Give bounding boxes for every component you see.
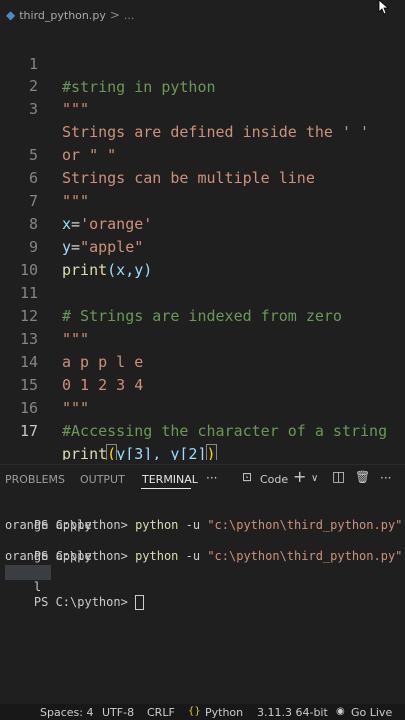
- terminal-flag: -u: [178, 549, 208, 563]
- code-function: print: [62, 445, 108, 460]
- breadcrumb-separator: >: [109, 8, 120, 22]
- terminal-prompt: PS C:\python>: [33, 595, 136, 609]
- panel-tab-bar: PROBLEMS OUTPUT TERMINAL ··· ⊡ Code + ∨ …: [0, 464, 405, 494]
- code-editor[interactable]: 1 #string in python 2 """ 3 Strings are …: [0, 30, 405, 460]
- status-bar: Spaces: 4 UTF-8 CRLF {} Python 3.11.3 64…: [0, 704, 405, 720]
- terminal-command: python: [135, 518, 179, 532]
- mouse-pointer-icon: [378, 0, 389, 15]
- terminal-line: PS C:\python>: [5, 580, 145, 610]
- code-line: 1 #string in python: [0, 30, 405, 96]
- code-line: 12 """: [0, 282, 405, 348]
- terminal-flag: -u: [178, 518, 208, 532]
- braces-icon: {}: [188, 706, 201, 717]
- terminal-line: PS C:\python> python -u "c:\python\third…: [5, 503, 403, 532]
- code-line: 5 Strings can be multiple line: [0, 121, 405, 187]
- status-eol[interactable]: CRLF: [147, 706, 175, 719]
- code-line: 7 x='orange': [0, 167, 405, 233]
- trash-icon[interactable]: 🗑: [355, 470, 370, 484]
- python-file-icon: ◆: [6, 8, 16, 22]
- close-paren: ): [205, 444, 217, 460]
- breadcrumb-file[interactable]: third_python.py: [19, 9, 106, 22]
- chevron-down-icon[interactable]: ∨: [311, 473, 318, 484]
- terminal-profile-label[interactable]: Code: [260, 473, 288, 486]
- terminal-path: "c:\python\third_python.py": [207, 518, 403, 532]
- status-encoding[interactable]: UTF-8: [102, 706, 134, 719]
- code-args: y[3], y[2]: [116, 445, 207, 460]
- tab-output[interactable]: OUTPUT: [80, 473, 125, 486]
- breadcrumb: ◆ third_python.py > ...: [0, 0, 405, 30]
- tab-problems[interactable]: PROBLEMS: [5, 473, 65, 486]
- code-line-active: 17 print(y[3], y[2]): [0, 397, 405, 460]
- open-paren: (: [106, 444, 118, 460]
- status-interpreter[interactable]: 3.11.3 64-bit: [257, 706, 328, 719]
- code-line: 16 #Accessing the character of a string: [0, 374, 405, 440]
- terminal-line: PS C:\python> python -u "c:\python\third…: [5, 534, 403, 563]
- code-line: 11 # Strings are indexed from zero: [0, 259, 405, 325]
- status-go-live[interactable]: Go Live: [351, 706, 392, 719]
- breadcrumb-ellipsis[interactable]: ...: [124, 9, 135, 22]
- code-text: #Accessing the character of a string: [62, 422, 388, 440]
- more-actions-button[interactable]: ···: [380, 471, 391, 485]
- terminal-cursor: [135, 595, 145, 610]
- code-line: 2 """: [0, 52, 405, 118]
- terminal-command: python: [135, 549, 179, 563]
- status-indentation[interactable]: Spaces: 4: [40, 706, 93, 719]
- code-line: 13 a p p l e: [0, 305, 405, 371]
- active-tab-indicator: [141, 488, 191, 489]
- code-line: 8 y="apple": [0, 190, 405, 256]
- code-line: 9 print(x,y): [0, 213, 405, 279]
- code-line: or " ": [0, 98, 405, 164]
- code-line: 6 """: [0, 144, 405, 210]
- code-line: 14 0 1 2 3 4: [0, 328, 405, 394]
- terminal-path: "c:\python\third_python.py": [207, 549, 403, 563]
- broadcast-icon: ◉: [336, 706, 345, 717]
- split-terminal-icon[interactable]: ◫: [332, 469, 345, 485]
- code-line: 15 """: [0, 351, 405, 417]
- terminal-output: orange apple: [5, 518, 92, 532]
- status-language[interactable]: Python: [205, 706, 243, 719]
- line-number: 17: [19, 422, 38, 440]
- terminal-output-selected: l: [5, 565, 51, 594]
- code-line: 10: [0, 236, 405, 279]
- tab-terminal[interactable]: TERMINAL: [142, 473, 198, 486]
- code-line: 3 Strings are defined inside the ' ': [0, 75, 405, 141]
- new-terminal-button[interactable]: +: [293, 467, 306, 486]
- more-tabs-button[interactable]: ···: [206, 471, 217, 485]
- terminal-icon[interactable]: ⊡: [242, 470, 252, 484]
- terminal-output: orange apple: [5, 549, 92, 563]
- terminal[interactable]: PS C:\python> python -u "c:\python\third…: [0, 500, 405, 700]
